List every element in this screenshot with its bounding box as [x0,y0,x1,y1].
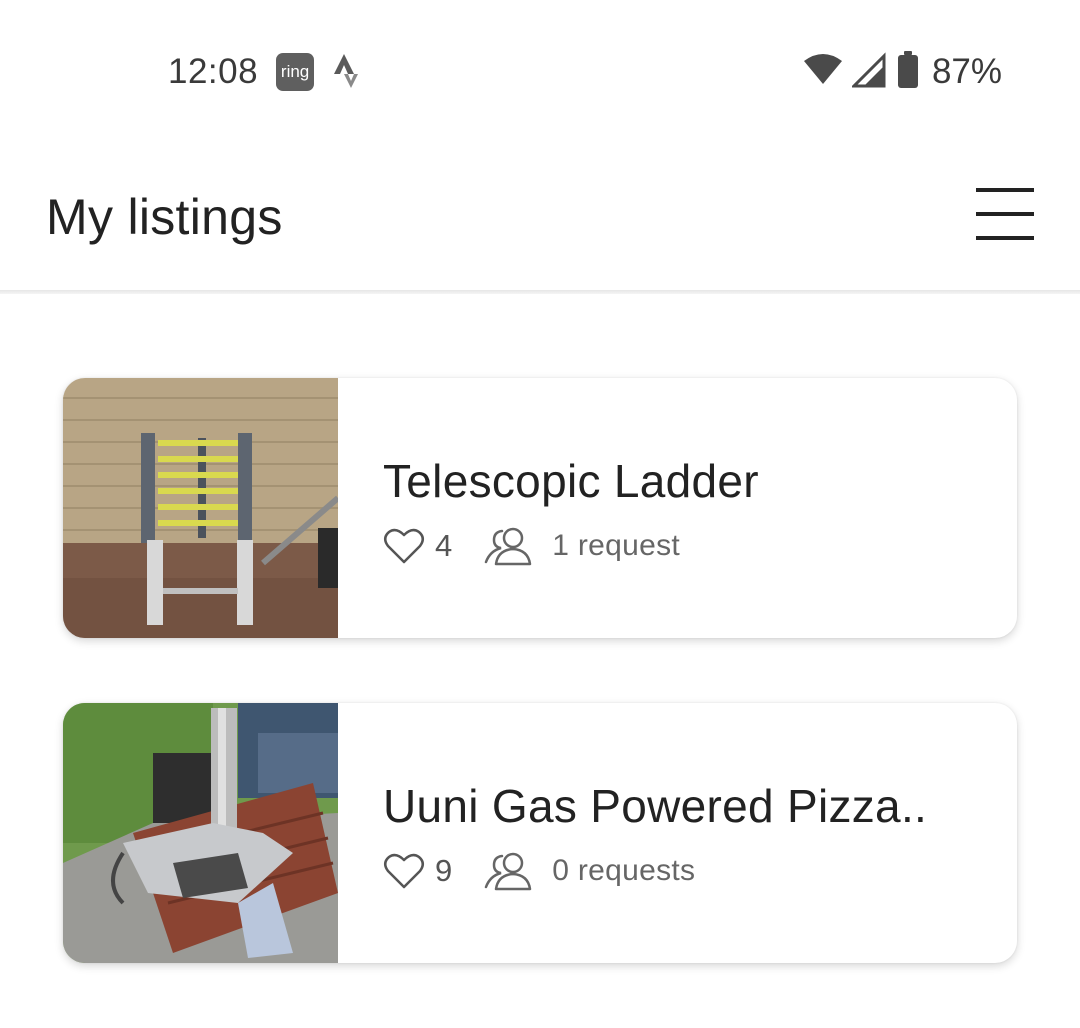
status-right: 87% [802,50,1002,94]
listing-meta: 9 0 requests [383,849,987,893]
listing-thumbnail [63,703,338,963]
strava-icon [332,50,362,95]
listing-card[interactable]: Telescopic Ladder 4 1 request [63,378,1017,638]
listing-card[interactable]: Uuni Gas Powered Pizza.. 9 0 requests [63,703,1017,963]
status-time: 12:08 [168,52,259,91]
listings-list: Telescopic Ladder 4 1 request Uuni Gas P… [63,378,1017,1028]
requests-label: 1 request [552,529,681,562]
page-title: My listings [46,189,283,245]
listing-title: Uuni Gas Powered Pizza.. [383,780,928,832]
requests-label: 0 requests [552,854,696,887]
status-bar: 12:08 ring 87% [0,0,1080,140]
battery-percent: 87% [931,52,1002,91]
listing-title: Telescopic Ladder [383,455,759,507]
likes-count: 4 [435,528,453,563]
wifi-icon [802,52,844,93]
status-left: 12:08 ring [168,50,362,94]
menu-bar [976,212,1034,216]
app-header: My listings [0,140,1080,290]
pizza-oven-photo [63,703,338,963]
heart-icon [383,852,425,890]
cell-signal-icon [850,51,888,93]
menu-bar [976,236,1034,240]
likes-count: 9 [435,853,453,888]
menu-bar [976,188,1034,192]
listing-meta: 4 1 request [383,524,987,568]
listing-body: Telescopic Ladder 4 1 request [383,454,987,568]
header-divider [0,290,1080,294]
heart-icon [383,527,425,565]
hamburger-menu-icon[interactable] [968,184,1042,244]
users-icon [482,526,538,566]
battery-icon [896,50,920,95]
listing-body: Uuni Gas Powered Pizza.. 9 0 requests [383,779,987,893]
telescopic-ladder-photo [63,378,338,638]
users-icon [482,851,538,891]
ring-app-icon: ring [276,53,315,91]
listing-thumbnail [63,378,338,638]
